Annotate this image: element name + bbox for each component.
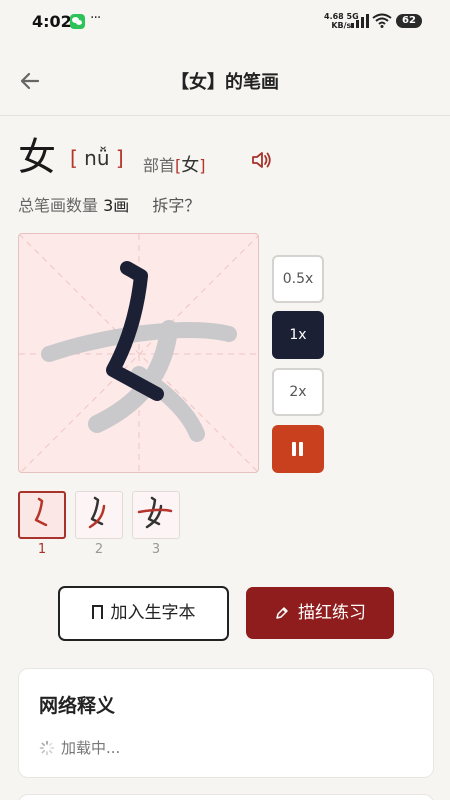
- stroke-animation-svg: [19, 234, 258, 472]
- speaker-icon[interactable]: [250, 149, 272, 171]
- page-title: 【女】的笔画: [171, 72, 279, 93]
- battery-icon: 62: [396, 14, 422, 28]
- loading-indicator: 加载中...: [39, 737, 120, 758]
- stroke-step-thumb[interactable]: [75, 491, 123, 539]
- speed-2x-button[interactable]: 2x: [272, 368, 324, 416]
- signal-icon: [351, 14, 369, 28]
- speed-0.5x-button[interactable]: 0.5x: [272, 255, 324, 303]
- stroke-animation-canvas: [18, 233, 259, 473]
- status-time: 4:02: [32, 12, 72, 31]
- wifi-icon: [372, 13, 392, 28]
- pause-button[interactable]: [272, 425, 324, 473]
- radical-bracket-close: ]: [199, 156, 206, 175]
- pen-icon: [276, 607, 288, 619]
- stroke-step-thumb[interactable]: [132, 491, 180, 539]
- speed-1x-button[interactable]: 1x: [272, 311, 324, 359]
- character-glyph: 女: [18, 135, 57, 179]
- radical: 部首[女]: [143, 151, 206, 177]
- stroke-step-number: 3: [151, 542, 161, 557]
- app-header: 【女】的笔画: [0, 44, 450, 116]
- split-character-link[interactable]: 拆字？: [152, 196, 200, 215]
- add-to-vocab-label: 加入生字本: [110, 603, 196, 623]
- definition-card: 网络释义 加载中...: [18, 668, 434, 778]
- stroke-step-1-icon: [34, 497, 48, 527]
- bookmark-icon: [91, 605, 103, 619]
- next-card: [18, 794, 434, 800]
- trace-practice-label: 描红练习: [298, 603, 366, 623]
- radical-label: 部首: [143, 156, 176, 175]
- character-header: 女 [ nǚ ] 部首[女]: [18, 134, 438, 182]
- wechat-notification-icon: [70, 14, 85, 29]
- stroke-info: 总笔画数量 3画 拆字？: [18, 192, 200, 216]
- add-to-vocab-button[interactable]: 加入生字本: [58, 586, 229, 641]
- stroke-count-label: 总笔画数量: [18, 196, 99, 215]
- stroke-step-2-icon: [88, 496, 106, 529]
- pinyin-text: nǚ: [84, 146, 110, 170]
- definition-title: 网络释义: [39, 695, 116, 717]
- loading-text: 加载中...: [61, 739, 121, 757]
- loading-spinner-icon: [39, 740, 55, 756]
- pinyin-bracket-open: [: [70, 146, 78, 170]
- stroke-count: 3画: [103, 196, 130, 215]
- pinyin: [ nǚ ]: [70, 146, 124, 170]
- pinyin-bracket-close: ]: [115, 146, 124, 170]
- stroke-step-number: 2: [94, 542, 104, 557]
- stroke-step-number: 1: [37, 542, 47, 557]
- more-notifications-icon: ···: [90, 10, 101, 26]
- trace-practice-button[interactable]: 描红练习: [246, 587, 394, 639]
- stroke-step-3-icon: [137, 496, 173, 529]
- status-bar: 4:02 ··· 4.68 5G KB/s 62: [0, 0, 450, 44]
- stroke-step-thumb[interactable]: [18, 491, 66, 539]
- radical-char: 女: [181, 155, 200, 176]
